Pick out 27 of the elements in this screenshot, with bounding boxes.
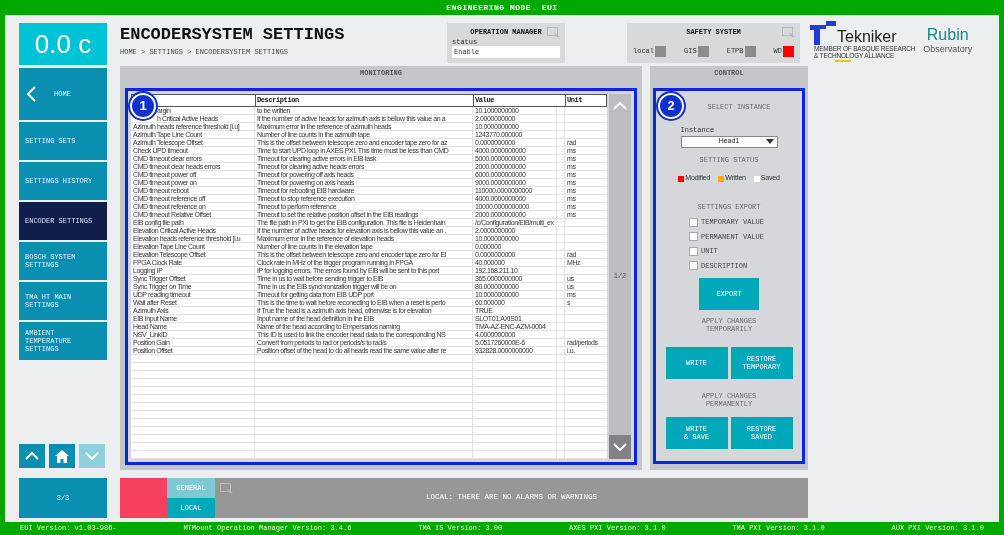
number-badge: 1 xyxy=(130,93,156,119)
chevron-up-icon xyxy=(25,452,39,460)
number-badge: 2 xyxy=(658,93,684,119)
scroll-down-button[interactable] xyxy=(609,435,631,459)
up-button[interactable] xyxy=(19,444,45,468)
alarm-indicator xyxy=(120,478,167,518)
chevron-left-icon xyxy=(27,86,36,102)
observatory-logo-text: Observatory xyxy=(923,43,973,56)
chevron-down-icon xyxy=(85,452,99,460)
home-button[interactable] xyxy=(49,444,75,468)
chevron-up-icon xyxy=(613,102,627,110)
caret-down-icon xyxy=(765,139,774,144)
checkbox[interactable] xyxy=(689,232,698,242)
checkbox[interactable] xyxy=(689,261,698,271)
page-title: ENCODERSYSTEM SETTINGS xyxy=(120,26,346,44)
tekniker-logo-text: Tekniker xyxy=(837,29,897,45)
select-window-icon[interactable] xyxy=(547,27,561,39)
home-icon xyxy=(55,449,69,463)
chevron-down-icon xyxy=(613,443,627,451)
rubin-logo-text: Rubin xyxy=(926,27,969,43)
window-title: ENGINEERING MODE. EUI xyxy=(446,1,558,14)
checkbox[interactable] xyxy=(689,217,698,227)
checkbox[interactable] xyxy=(689,246,698,256)
temperature-display: 0.0 c xyxy=(19,23,107,65)
t-logo-icon xyxy=(810,21,836,45)
select-window-icon[interactable] xyxy=(220,483,234,495)
select-window-icon[interactable] xyxy=(782,27,796,39)
